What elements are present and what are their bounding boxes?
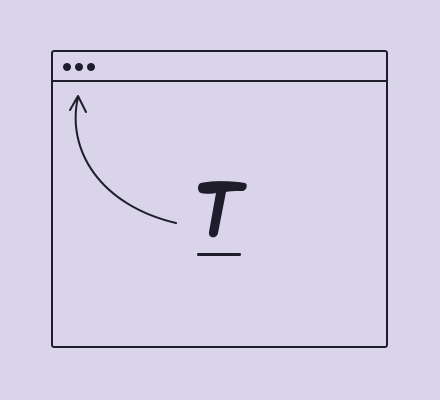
text-tool-T-glyph: [198, 181, 247, 238]
curved-arrow-icon: [69, 95, 177, 224]
curved-arrow-shaft: [74, 96, 177, 224]
text-tool-underline: [197, 253, 241, 256]
text-tool-icon: [197, 181, 247, 256]
illustration-canvas: [0, 0, 440, 400]
illustration-overlay: [69, 95, 247, 256]
